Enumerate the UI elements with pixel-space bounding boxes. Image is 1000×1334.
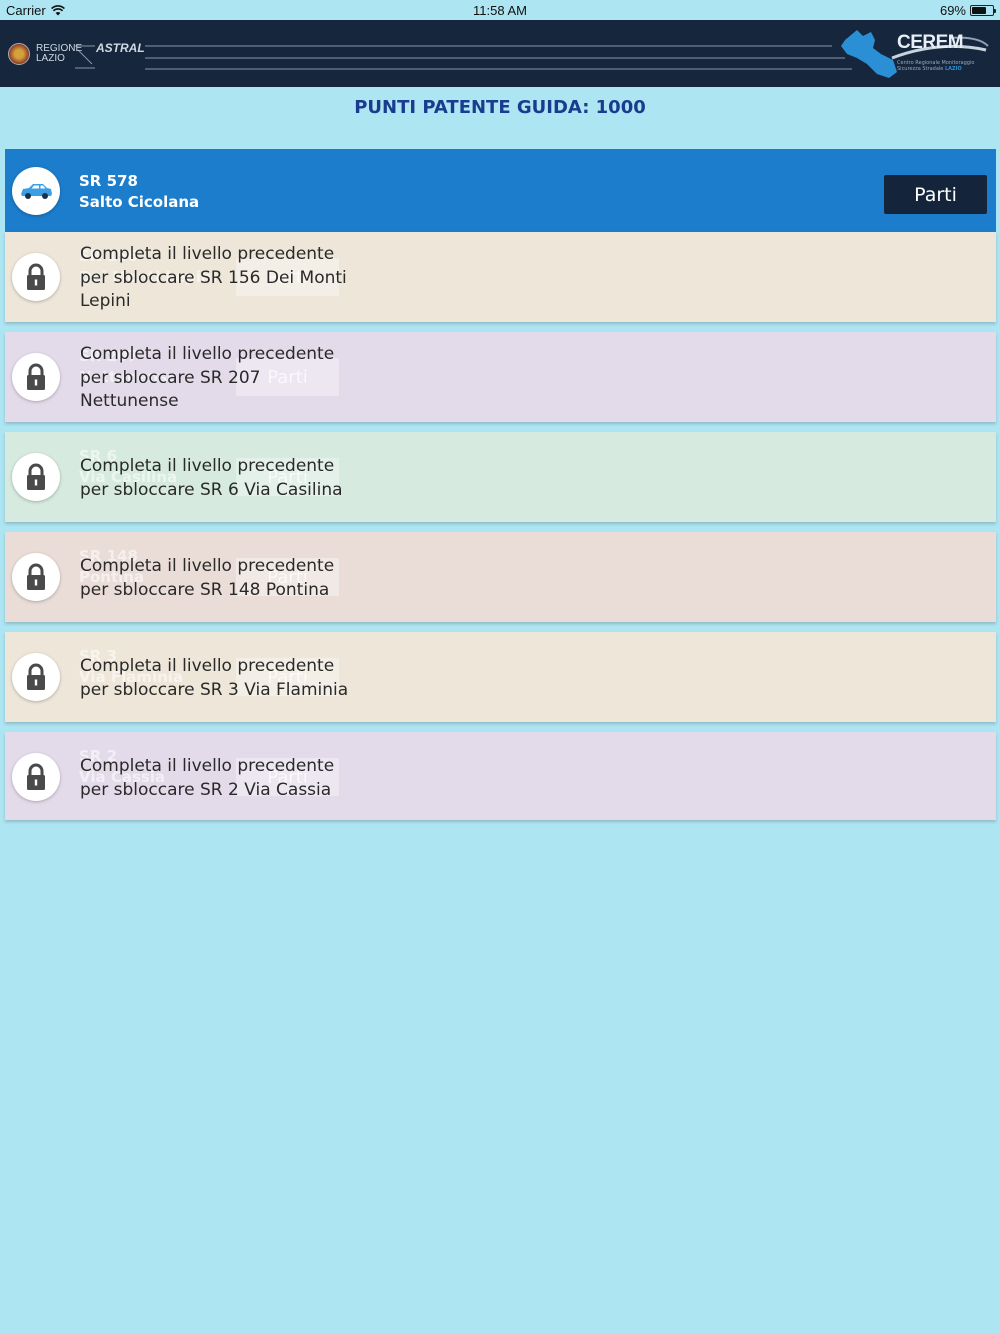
- astral-logo-text: ASTRAL: [96, 41, 145, 55]
- lock-icon: [27, 663, 45, 690]
- battery-status: 69%: [939, 3, 996, 18]
- cerem-logo: CEREM Centro Regionale Monitoraggio Sicu…: [841, 24, 992, 84]
- level-road-code: SR 578: [79, 172, 138, 190]
- locked-message-line: Completa il livello precedente: [80, 344, 335, 364]
- level-item-locked: SR 3 Via Flaminia Parti Completa il livello…: [5, 632, 996, 722]
- level-item-active[interactable]: SR 578 Salto Cicolana Parti: [5, 149, 996, 232]
- car-icon: [21, 184, 52, 199]
- lock-icon: [27, 363, 45, 390]
- lock-icon: [27, 263, 45, 290]
- locked-message-line: Nettunense: [80, 391, 179, 411]
- lock-icon-circle: [12, 753, 60, 801]
- lock-icon-circle: [12, 253, 60, 301]
- locked-message-line: Completa il livello precedente: [80, 244, 335, 264]
- locked-message-line: per sbloccare SR 2 Via Cassia: [80, 779, 332, 800]
- locked-message: Completa il livello precedente per sblocc…: [80, 555, 370, 602]
- level-item-locked: SR 6 Via Casilina Parti Completa il livello…: [5, 432, 996, 522]
- lock-icon-circle: [12, 453, 60, 501]
- regione-logo-text: REGIONE LAZIO: [36, 43, 83, 64]
- battery-percent: 69%: [939, 3, 966, 18]
- locked-message-line: per sbloccare SR 207: [80, 367, 261, 388]
- locked-message-line: per sbloccare SR 148 Pontina: [80, 579, 330, 600]
- locked-message-line: Completa il livello precedente: [80, 556, 335, 576]
- regione-seal-icon: [8, 43, 30, 65]
- clock: 11:58 AM: [473, 3, 527, 18]
- locked-message-line: per sbloccare SR 156 Dei Monti: [80, 267, 347, 288]
- locked-message: Completa il livello precedente per sblocc…: [80, 755, 370, 802]
- lock-icon-circle: [12, 353, 60, 401]
- lock-icon: [27, 463, 45, 490]
- level-icon-circle: [12, 167, 60, 215]
- regione-astral-logo: REGIONE LAZIO ASTRAL: [8, 42, 145, 66]
- locked-message-line: Completa il livello precedente: [80, 656, 335, 676]
- lock-icon: [27, 763, 45, 790]
- page-title: PUNTI PATENTE GUIDA: 1000: [354, 97, 646, 118]
- locked-message-line: per sbloccare SR 3 Via Flaminia: [80, 679, 349, 700]
- locked-message: Completa il livello precedente per sblocc…: [80, 455, 370, 502]
- locked-message-line: Completa il livello precedente: [80, 456, 335, 476]
- locked-message: Completa il livello precedente per sblocc…: [80, 343, 370, 414]
- parti-button[interactable]: Parti: [884, 175, 987, 214]
- cerem-logo-text: CEREM: [897, 32, 964, 53]
- level-item-locked: SR 2 Via Cassia Parti Completa il livello p…: [5, 732, 996, 820]
- locked-message: Completa il livello precedente per sblocc…: [80, 655, 370, 702]
- lock-icon: [27, 563, 45, 590]
- status-bar: Carrier 11:58 AM 69%: [0, 0, 1000, 20]
- locked-message: Completa il livello precedente per sblocc…: [80, 243, 370, 314]
- level-road-name: Salto Cicolana: [79, 193, 200, 211]
- lock-icon-circle: [12, 653, 60, 701]
- level-label: SR 578 Salto Cicolana: [79, 171, 199, 213]
- level-item-locked: SR 148 Pontina Parti Completa il livello pr…: [5, 532, 996, 622]
- level-item-locked: SR 156 Dei Monti Lepini Parti Completa il l…: [5, 232, 996, 322]
- battery-icon: [970, 5, 996, 16]
- header-banner: REGIONE LAZIO ASTRAL CEREM Centro Region…: [0, 20, 1000, 87]
- locked-message-line: Completa il livello precedente: [80, 756, 335, 776]
- locked-message-line: Lepini: [80, 291, 131, 311]
- locked-message-line: per sbloccare SR 6 Via Casilina: [80, 479, 343, 500]
- cerem-subtitle: Centro Regionale Monitoraggio Sicurezza …: [897, 60, 975, 72]
- lock-icon-circle: [12, 553, 60, 601]
- level-item-locked: SR 207 Nettunense Parti Completa il livello…: [5, 332, 996, 422]
